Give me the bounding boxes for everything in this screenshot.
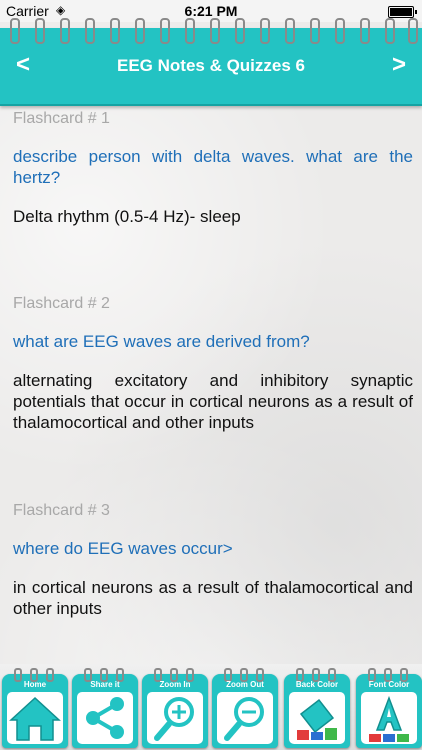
next-button[interactable]: >	[384, 50, 414, 80]
zoom-in-button[interactable]: Zoom In	[142, 668, 208, 748]
back-color-label: Back Color	[295, 680, 339, 689]
binder-rings	[0, 18, 422, 44]
battery-icon	[388, 6, 417, 18]
home-label: Home	[23, 680, 47, 689]
flashcard-label: Flashcard # 1	[13, 110, 110, 127]
bottom-toolbar: Home Share it Zoom In Zoom Out Back Colo…	[0, 664, 422, 750]
zoom-out-label: Zoom Out	[226, 680, 264, 689]
page-title: EEG Notes & Quizzes 6	[117, 56, 305, 75]
flashcard-answer: Delta rhythm (0.5-4 Hz)- sleep	[13, 207, 241, 226]
home-icon	[9, 696, 61, 741]
font-color-button[interactable]: Font Color	[356, 668, 422, 748]
header-bar: < EEG Notes & Quizzes 6 >	[0, 18, 422, 106]
flashcard: Flashcard # 3 where do EEG waves occur> …	[13, 502, 413, 619]
flashcard-answer: in cortical neurons as a result of thala…	[13, 578, 413, 618]
back-color-button[interactable]: Back Color	[284, 668, 350, 748]
flashcard-label: Flashcard # 3	[13, 502, 110, 519]
home-button[interactable]: Home	[2, 668, 68, 748]
prev-button[interactable]: <	[8, 50, 38, 80]
font-color-label: Font Color	[368, 680, 410, 689]
flashcard-question: describe person with delta waves. what a…	[13, 147, 413, 187]
flashcard-question: what are EEG waves are derived from?	[13, 332, 310, 351]
zoom-in-label: Zoom In	[159, 680, 191, 689]
flashcard-list[interactable]: Flashcard # 1 describe person with delta…	[0, 104, 422, 664]
flashcard: Flashcard # 2 what are EEG waves are der…	[13, 295, 413, 433]
share-icon	[86, 697, 124, 739]
flashcard: Flashcard # 1 describe person with delta…	[13, 110, 413, 227]
zoom-out-icon	[224, 697, 264, 741]
flashcard-answer: alternating excitatory and inhibitory sy…	[13, 371, 413, 432]
paint-bucket-icon	[297, 698, 337, 740]
status-time: 6:21 PM	[184, 3, 238, 19]
flashcard-question: where do EEG waves occur>	[13, 539, 233, 558]
letter-a-icon	[369, 695, 409, 742]
share-button[interactable]: Share it	[72, 668, 138, 748]
zoom-out-button[interactable]: Zoom Out	[212, 668, 278, 748]
zoom-in-icon	[154, 697, 194, 741]
flashcard-label: Flashcard # 2	[13, 295, 110, 312]
share-label: Share it	[90, 680, 120, 689]
